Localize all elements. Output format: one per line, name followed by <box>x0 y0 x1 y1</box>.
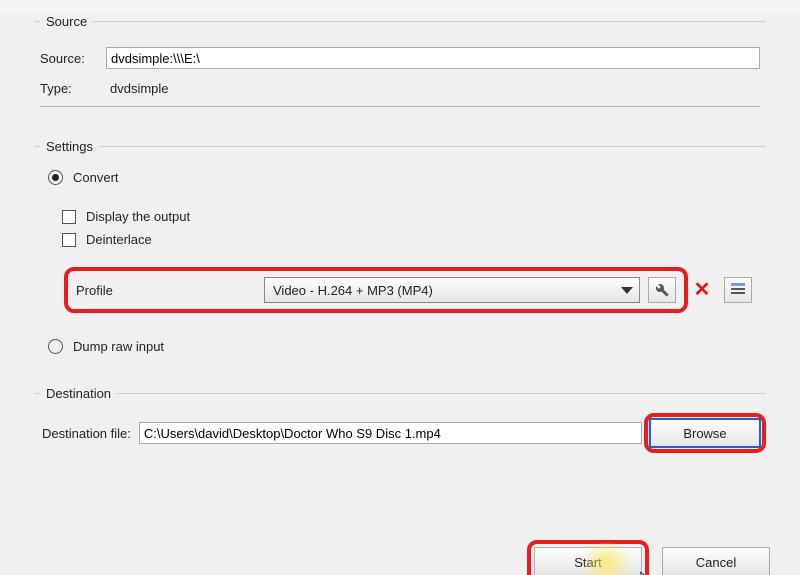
display-output-label: Display the output <box>86 209 190 224</box>
profile-dropdown[interactable]: Video - H.264 + MP3 (MP4) <box>264 277 640 303</box>
close-icon: ✕ <box>694 280 711 300</box>
settings-legend: Settings <box>40 139 99 154</box>
chevron-down-icon <box>621 287 633 294</box>
cursor-icon <box>640 571 656 575</box>
source-group: Source Source: Type: dvdsimple <box>34 14 766 125</box>
profile-label: Profile <box>76 283 256 298</box>
new-profile-button[interactable] <box>724 277 752 303</box>
dump-raw-label: Dump raw input <box>73 339 164 354</box>
browse-button[interactable]: Browse <box>650 419 760 447</box>
display-output-row[interactable]: Display the output <box>62 209 760 224</box>
deinterlace-row[interactable]: Deinterlace <box>62 232 760 247</box>
dump-raw-radio[interactable] <box>48 339 63 354</box>
cancel-button[interactable]: Cancel <box>662 547 770 575</box>
new-profile-icon <box>731 283 745 297</box>
deinterlace-label: Deinterlace <box>86 232 152 247</box>
edit-profile-button[interactable] <box>648 277 676 303</box>
dialog-button-row: Start Cancel <box>534 547 770 575</box>
browse-button-label: Browse <box>683 426 726 441</box>
source-input[interactable] <box>106 47 760 69</box>
delete-profile-button[interactable]: ✕ <box>690 278 714 302</box>
start-button[interactable]: Start <box>534 547 642 575</box>
dump-raw-row[interactable]: Dump raw input <box>48 339 760 354</box>
divider <box>40 106 760 107</box>
convert-dialog: Source Source: Type: dvdsimple Settings … <box>0 14 800 575</box>
profile-value: Video - H.264 + MP3 (MP4) <box>273 283 433 298</box>
destination-file-input[interactable] <box>139 422 642 444</box>
destination-file-label: Destination file: <box>42 426 131 441</box>
destination-legend: Destination <box>40 386 117 401</box>
destination-group: Destination Destination file: Browse <box>34 386 766 465</box>
profile-row: Profile Video - H.264 + MP3 (MP4) ✕ <box>62 267 760 313</box>
display-output-checkbox[interactable] <box>62 210 76 224</box>
type-value: dvdsimple <box>106 79 760 98</box>
settings-group: Settings Convert Display the output Dein… <box>34 139 766 372</box>
wrench-icon <box>654 282 670 298</box>
source-legend: Source <box>40 14 93 29</box>
type-label: Type: <box>40 81 106 96</box>
convert-radio-label: Convert <box>73 170 119 185</box>
convert-radio-row[interactable]: Convert <box>48 170 760 185</box>
convert-radio[interactable] <box>48 170 63 185</box>
start-button-label: Start <box>574 555 601 570</box>
source-label: Source: <box>40 51 106 66</box>
deinterlace-checkbox[interactable] <box>62 233 76 247</box>
cancel-button-label: Cancel <box>696 555 736 570</box>
